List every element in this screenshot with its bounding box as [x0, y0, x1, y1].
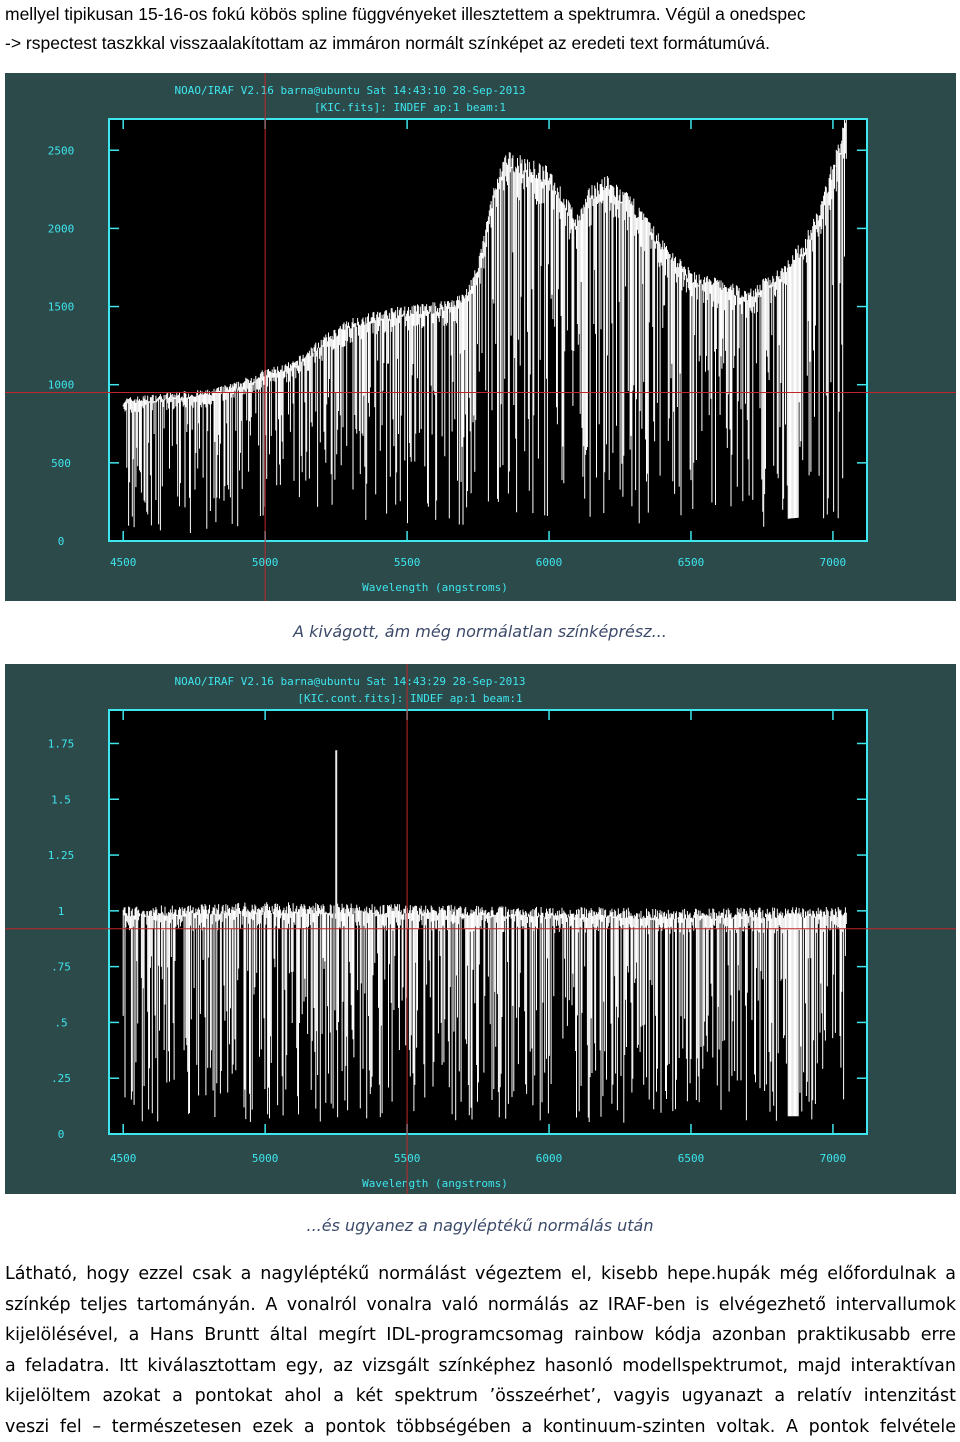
- x-tick-label: 6500: [678, 556, 705, 569]
- x-tick-label: 5500: [394, 556, 421, 569]
- y-tick-label: .75: [51, 961, 71, 974]
- body-line: színkép teljes tartományán. A vonalról v…: [5, 1290, 956, 1321]
- body-line: kijelöltem azokat a pontokat ahol a két …: [5, 1381, 956, 1412]
- x-tick-label: 4500: [110, 556, 137, 569]
- y-tick-label: 2000: [48, 222, 75, 235]
- spectrum-plot-raw-svg: 4500500055006000650070000500100015002000…: [5, 73, 956, 601]
- y-tick-label: 1000: [48, 379, 75, 392]
- y-tick-label: .5: [54, 1016, 67, 1029]
- y-tick-label: 1500: [48, 301, 75, 314]
- y-tick-label: 1.75: [48, 737, 75, 750]
- plot-header: NOAO/IRAF V2.16 barna@ubuntu Sat 14:43:1…: [175, 84, 526, 97]
- y-tick-label: 1: [58, 905, 65, 918]
- body-line: Látható, hogy ezzel csak a nagyléptékű n…: [5, 1259, 956, 1290]
- y-tick-label: 0: [58, 1128, 65, 1141]
- x-tick-label: 5000: [252, 1152, 279, 1165]
- figure-caption: ...és ugyanez a nagyléptékű normálás utá…: [0, 1216, 960, 1235]
- intro-line: mellyel tipikusan 15-16-os fokú köbös sp…: [5, 0, 957, 29]
- y-tick-label: 0: [58, 535, 65, 548]
- plot-header: NOAO/IRAF V2.16 barna@ubuntu Sat 14:43:2…: [175, 675, 526, 688]
- spectrum-plot-normalized-svg: 4500500055006000650070000.25.5.7511.251.…: [5, 664, 956, 1194]
- plot-subheader: [KIC.cont.fits]: INDEF ap:1 beam:1: [297, 692, 522, 705]
- spectrum-plot-raw: 4500500055006000650070000500100015002000…: [5, 73, 956, 601]
- body-line: a feladatra. Itt kiválasztottam egy, az …: [5, 1351, 956, 1382]
- x-axis-label: Wavelength (angstroms): [362, 581, 508, 594]
- x-tick-label: 7000: [820, 556, 847, 569]
- y-tick-label: .25: [51, 1072, 71, 1085]
- intro-line: -> rspectest taszkkal visszaalakítottam …: [5, 29, 957, 58]
- x-tick-label: 6000: [536, 1152, 563, 1165]
- plot-subheader: [KIC.fits]: INDEF ap:1 beam:1: [314, 101, 506, 114]
- x-axis-label: Wavelength (angstroms): [362, 1177, 508, 1190]
- x-tick-label: 6500: [678, 1152, 705, 1165]
- y-tick-label: 1.5: [51, 793, 71, 806]
- body-line: kijelölésével, a Hans Bruntt által megír…: [5, 1320, 956, 1351]
- y-tick-label: 2500: [48, 144, 75, 157]
- intro-paragraph: mellyel tipikusan 15-16-os fokú köbös sp…: [5, 0, 957, 58]
- figure-caption: A kivágott, ám még normálatlan színképré…: [0, 622, 960, 641]
- spectrum-plot-normalized: 4500500055006000650070000.25.5.7511.251.…: [5, 664, 956, 1194]
- body-paragraph: Látható, hogy ezzel csak a nagyléptékű n…: [5, 1259, 956, 1442]
- y-tick-label: 1.25: [48, 849, 75, 862]
- body-line: veszi fel – természetesen ezek a pontok …: [5, 1412, 956, 1442]
- y-tick-label: 500: [51, 457, 71, 470]
- x-tick-label: 6000: [536, 556, 563, 569]
- x-tick-label: 4500: [110, 1152, 137, 1165]
- x-tick-label: 7000: [820, 1152, 847, 1165]
